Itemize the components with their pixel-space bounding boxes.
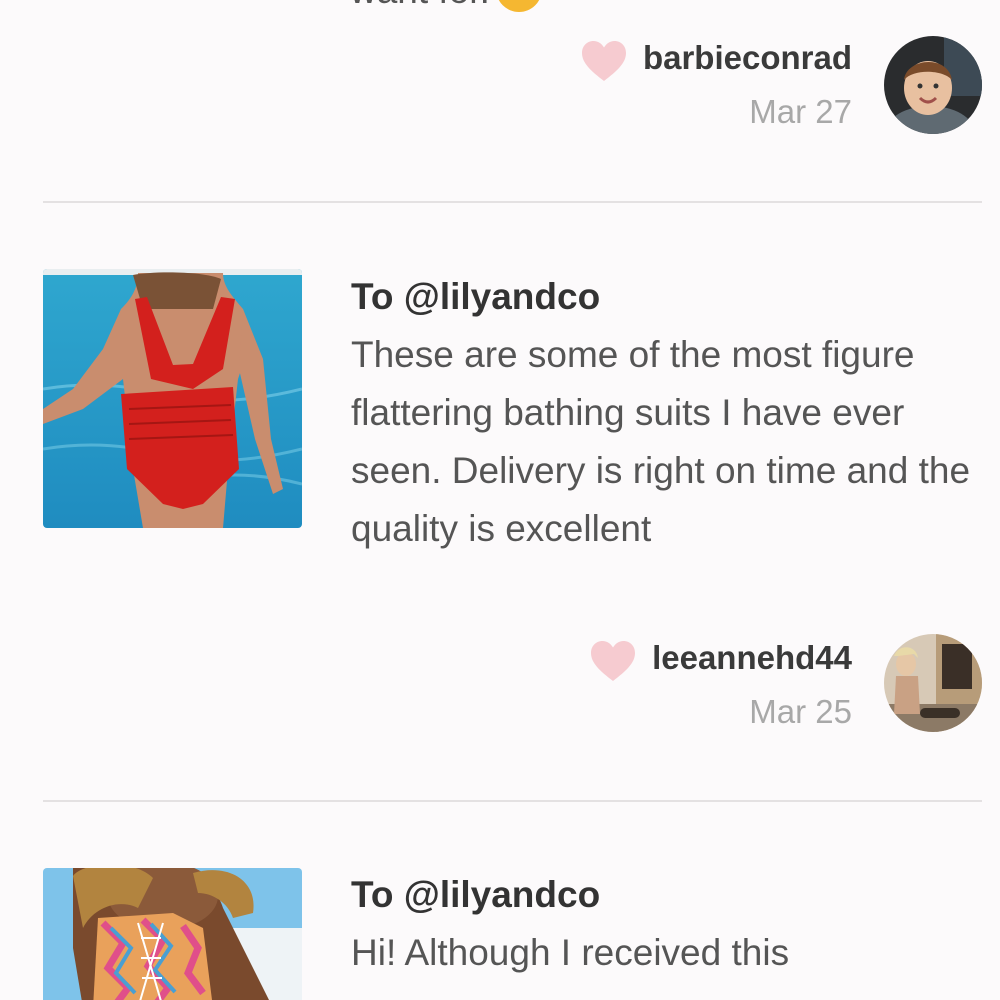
review-date: Mar 25	[749, 693, 852, 730]
previous-review-meta: barbieconrad Mar 27	[581, 38, 852, 132]
reviews-page: want for. barbieconrad Mar 27	[0, 0, 1000, 1000]
heart-icon[interactable]	[581, 40, 627, 82]
smiley-emoji-icon	[495, 0, 542, 13]
previous-review-text: want for.	[350, 0, 542, 20]
divider	[43, 800, 982, 802]
review-body: These are some of the most figure flatte…	[351, 334, 971, 549]
review-content: To @lilyandco These are some of the most…	[351, 268, 971, 558]
reviewer-username[interactable]: barbieconrad	[643, 38, 852, 78]
reviewer-username[interactable]: leeannehd44	[652, 638, 852, 678]
divider	[43, 201, 982, 203]
review-meta: leeannehd44 Mar 25	[591, 638, 852, 732]
review-date: Mar 27	[749, 93, 852, 130]
previous-review-text-tail: want for.	[350, 0, 490, 11]
product-thumbnail[interactable]	[43, 868, 302, 1000]
avatar[interactable]	[884, 36, 982, 134]
review-body: Hi! Although I received this	[351, 932, 790, 973]
avatar[interactable]	[884, 634, 982, 732]
heart-icon[interactable]	[590, 640, 636, 682]
review-recipient[interactable]: To @lilyandco	[351, 268, 971, 326]
review-content: To @lilyandco Hi! Although I received th…	[351, 866, 971, 982]
product-thumbnail[interactable]	[43, 269, 302, 528]
review-recipient[interactable]: To @lilyandco	[351, 866, 971, 924]
